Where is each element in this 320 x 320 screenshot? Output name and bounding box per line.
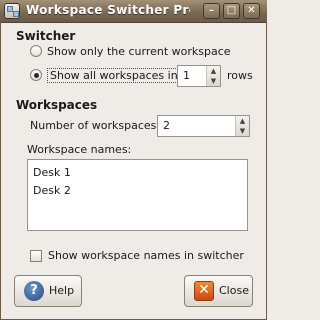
help-icon: ? <box>24 281 44 301</box>
radio-show-current[interactable]: Show only the current workspace <box>30 43 231 59</box>
help-button-label: Help <box>49 284 75 297</box>
show-names-label: Show workspace names in switcher <box>48 249 244 262</box>
rows-spinbutton[interactable]: 1 ▲ ▼ <box>177 65 221 87</box>
workspace-count-value: 2 <box>163 119 170 132</box>
list-item[interactable]: Desk 2 <box>33 184 71 197</box>
workspace-names-list[interactable]: Desk 1 Desk 2 <box>27 159 248 231</box>
spin-down-icon[interactable]: ▼ <box>236 126 249 136</box>
show-names-checkbox[interactable] <box>30 250 42 262</box>
help-button[interactable]: ? Help <box>14 275 82 307</box>
radio-button-selected[interactable] <box>30 69 42 81</box>
close-icon: ✕ <box>194 281 214 301</box>
window-title: Workspace Switcher Prefere <box>26 3 190 17</box>
number-of-workspaces-label: Number of workspaces: <box>30 119 161 132</box>
radio-button[interactable] <box>30 45 42 57</box>
radio-show-all[interactable]: Show all workspaces in: <box>30 67 185 83</box>
rows-spin-arrows[interactable]: ▲ ▼ <box>206 66 220 86</box>
workspace-count-spinbutton[interactable]: 2 ▲ ▼ <box>157 115 250 137</box>
title-bar[interactable]: Workspace Switcher Prefere – □ ✕ <box>0 0 267 23</box>
rows-value: 1 <box>183 69 190 82</box>
workspace-switcher-icon[interactable] <box>4 3 20 19</box>
spin-down-icon[interactable]: ▼ <box>207 76 220 86</box>
rows-label: rows <box>227 69 253 82</box>
spin-up-icon[interactable]: ▲ <box>207 66 220 76</box>
close-button-label: Close <box>219 284 249 297</box>
workspace-names-label: Workspace names: <box>27 143 132 156</box>
radio-show-current-label: Show only the current workspace <box>47 44 231 58</box>
workspaces-heading: Workspaces <box>16 98 98 112</box>
minimize-button[interactable]: – <box>203 3 220 19</box>
close-button[interactable]: ✕ Close <box>184 275 253 307</box>
spin-up-icon[interactable]: ▲ <box>236 116 249 126</box>
close-window-button[interactable]: ✕ <box>243 3 260 19</box>
radio-show-all-label: Show all workspaces in: <box>47 67 185 83</box>
switcher-heading: Switcher <box>16 29 76 43</box>
maximize-button[interactable]: □ <box>223 3 240 19</box>
workspace-count-spin-arrows[interactable]: ▲ ▼ <box>235 116 249 136</box>
list-item[interactable]: Desk 1 <box>33 166 71 179</box>
